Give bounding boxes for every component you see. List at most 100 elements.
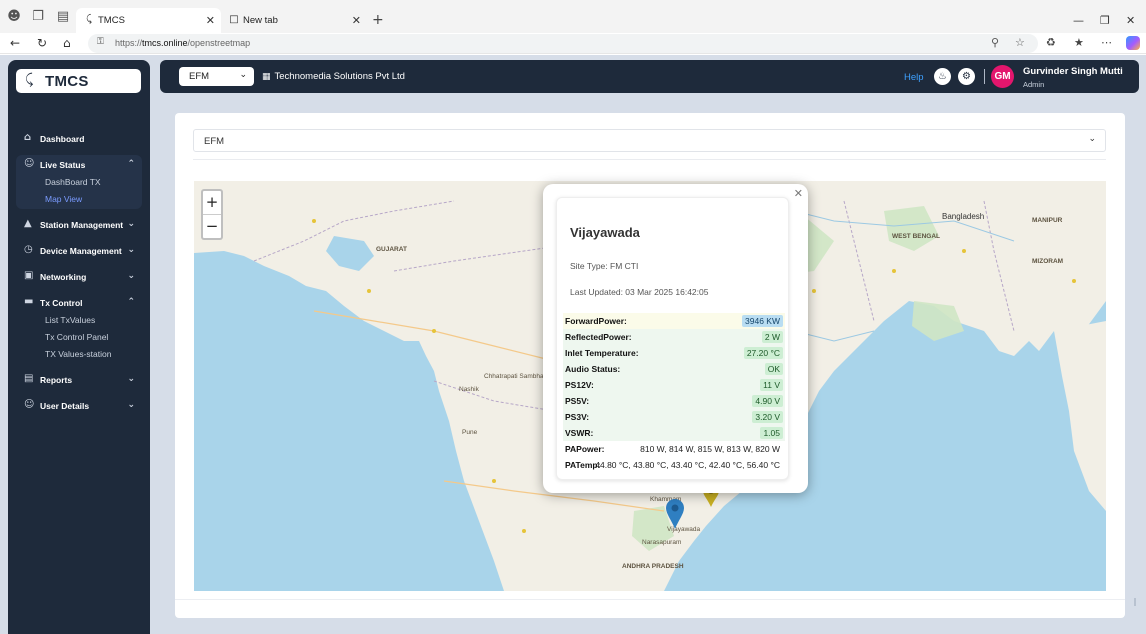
- top-navbar: EFM ⌄ ▦ Technomedia Solutions Pvt Ltd Hel…: [160, 60, 1139, 93]
- sidebar-item-station-management[interactable]: ▲ Station Management ⌄: [16, 216, 142, 234]
- chevron-down-icon: ⌄: [127, 219, 135, 229]
- newtab-icon: □: [229, 14, 239, 25]
- sidebar-item-tx-control[interactable]: ▬ Tx Control ⌃: [16, 294, 142, 312]
- tab-tmcs[interactable]: ⤹ TMCS ✕: [76, 8, 221, 33]
- address-bar-row: ← ↻ ⌂ ⚿ https://tmcs.online/openstreetma…: [0, 33, 1146, 54]
- zoom-out-button[interactable]: −: [203, 215, 221, 238]
- sidebar-item-label: Reports: [40, 375, 73, 385]
- sidebar-subitem-tx-values-station[interactable]: TX Values-station: [45, 349, 111, 359]
- folder-icon: ▬: [24, 296, 34, 307]
- url-field[interactable]: ⚿ https://tmcs.online/openstreetmap ⚲ ☆: [88, 34, 1038, 53]
- workspaces-icon[interactable]: ❐: [30, 9, 46, 25]
- logo[interactable]: ⤹ TMCS: [16, 69, 141, 93]
- map-label: Pune: [462, 429, 478, 436]
- users-icon: ☺: [24, 399, 35, 410]
- sidebar-item-label: User Details: [40, 401, 90, 411]
- city-marker: [812, 289, 816, 293]
- sidebar-subitem-tx-control-panel[interactable]: Tx Control Panel: [45, 332, 108, 342]
- last-updated: Last Updated: 03 Mar 2025 16:42:05: [570, 287, 709, 297]
- metric-value: 3946 KW: [742, 315, 783, 327]
- sidebar-item-label: Station Management: [40, 220, 124, 230]
- copilot-icon[interactable]: [1126, 36, 1140, 50]
- metric-label: ReflectedPower:: [565, 332, 632, 342]
- sidebar-subitem-list-txvalues[interactable]: List TxValues: [45, 315, 95, 325]
- zoom-control: + −: [201, 189, 223, 240]
- divider: [984, 69, 985, 84]
- sidebar-item-label: Tx Control: [40, 298, 83, 308]
- metric-value: 11 V: [760, 379, 783, 391]
- close-tab-icon[interactable]: ✕: [352, 8, 361, 33]
- restore-icon[interactable]: ❐: [1100, 14, 1110, 27]
- more-icon[interactable]: ⋯: [1101, 36, 1112, 49]
- refresh-icon[interactable]: ↻: [37, 36, 47, 50]
- map-label: MANIPUR: [1032, 217, 1063, 224]
- monitor-icon: ▣: [24, 270, 34, 281]
- profile-icon[interactable]: ☻: [6, 9, 22, 25]
- chevron-down-icon: ⌄: [239, 70, 247, 80]
- window-close-icon[interactable]: ✕: [1126, 14, 1135, 27]
- favorite-star-icon[interactable]: ☆: [1015, 36, 1025, 49]
- sidebar-item-reports[interactable]: ▤ Reports ⌄: [16, 371, 142, 389]
- metric-label: PS3V:: [565, 412, 590, 422]
- metric-label: PS5V:: [565, 396, 590, 406]
- browser-tab-bar: ☻ ❐ ▤ ⤹ TMCS ✕ □ New tab ✕ + — ❐ ✕: [0, 0, 1146, 33]
- popup-content: Vijayawada Site Type: FM CTI Last Update…: [556, 197, 789, 480]
- help-link[interactable]: Help: [904, 72, 924, 83]
- sidebar-item-label: Device Management: [40, 246, 122, 256]
- scrollbar[interactable]: [1134, 598, 1136, 606]
- new-tab-button[interactable]: +: [372, 12, 384, 28]
- sidebar-subitem-dashboard-tx[interactable]: DashBoard TX: [45, 177, 101, 187]
- metric-label: Inlet Temperature:: [565, 348, 639, 358]
- favorites-icon[interactable]: ★: [1074, 36, 1084, 49]
- station-filter-select[interactable]: EFM ⌄: [193, 129, 1106, 152]
- chevron-down-icon: ⌄: [1088, 134, 1096, 144]
- clock-icon: ◷: [24, 244, 33, 255]
- organization-name: ▦ Technomedia Solutions Pvt Ltd: [262, 71, 405, 82]
- select-value: EFM: [204, 136, 225, 147]
- user-name[interactable]: Gurvinder Singh Mutti: [1023, 66, 1123, 77]
- home-icon[interactable]: ⌂: [63, 36, 71, 50]
- tab-new[interactable]: □ New tab ✕: [221, 8, 367, 33]
- sidebar-item-networking[interactable]: ▣ Networking ⌄: [16, 268, 142, 286]
- sidebar-item-device-management[interactable]: ◷ Device Management ⌄: [16, 242, 142, 260]
- back-icon[interactable]: ←: [10, 36, 20, 50]
- user-role: Admin: [1023, 80, 1045, 89]
- site-popup: ✕ Vijayawada Site Type: FM CTI Last Upda…: [543, 184, 808, 493]
- city-marker: [1072, 279, 1076, 283]
- station-type-select[interactable]: EFM ⌄: [179, 67, 254, 86]
- tmcs-icon: ⤹: [86, 14, 92, 25]
- bell-icon[interactable]: ♨: [934, 68, 951, 85]
- sidebar-item-live-status[interactable]: ☺ Live Status ⌃: [16, 156, 142, 174]
- blue-location-marker[interactable]: [666, 499, 684, 529]
- close-icon[interactable]: ✕: [794, 187, 803, 200]
- metric-label: ForwardPower:: [565, 316, 627, 326]
- extensions-icon[interactable]: ♻: [1046, 36, 1056, 49]
- gear-icon[interactable]: ⚙: [958, 68, 975, 85]
- city-marker: [432, 329, 436, 333]
- sidebar-item-label: Dashboard: [40, 134, 85, 144]
- divider: [193, 159, 1106, 160]
- select-value: EFM: [189, 71, 210, 82]
- zoom-in-button[interactable]: +: [203, 191, 221, 214]
- metric-row: Inlet Temperature: 27.20 °C: [563, 345, 785, 361]
- sidebar-item-user-details[interactable]: ☺ User Details ⌄: [16, 397, 142, 415]
- map-label: Nashik: [459, 386, 479, 393]
- tab-actions-icon[interactable]: ▤: [55, 9, 71, 25]
- metric-value: 810 W, 814 W, 815 W, 813 W, 820 W: [640, 444, 780, 454]
- sidebar-subitem-map-view[interactable]: Map View: [45, 194, 82, 204]
- avatar[interactable]: GM: [991, 65, 1014, 88]
- city-marker: [312, 219, 316, 223]
- minimize-icon[interactable]: —: [1073, 14, 1084, 27]
- sidebar-item-label: Live Status: [40, 160, 86, 170]
- metric-value: OK: [764, 363, 783, 375]
- chevron-down-icon: ⌄: [127, 400, 135, 410]
- city-marker: [892, 269, 896, 273]
- close-tab-icon[interactable]: ✕: [206, 8, 215, 33]
- lock-icon[interactable]: ⚿: [97, 37, 104, 47]
- tmcs-logo-icon: ⤹: [25, 72, 34, 88]
- metric-row: PS12V: 11 V: [563, 377, 785, 393]
- sidebar-item-dashboard[interactable]: ⌂ Dashboard: [16, 130, 142, 148]
- key-icon[interactable]: ⚲: [991, 36, 999, 49]
- chevron-down-icon: ⌄: [127, 245, 135, 255]
- city-marker: [367, 289, 371, 293]
